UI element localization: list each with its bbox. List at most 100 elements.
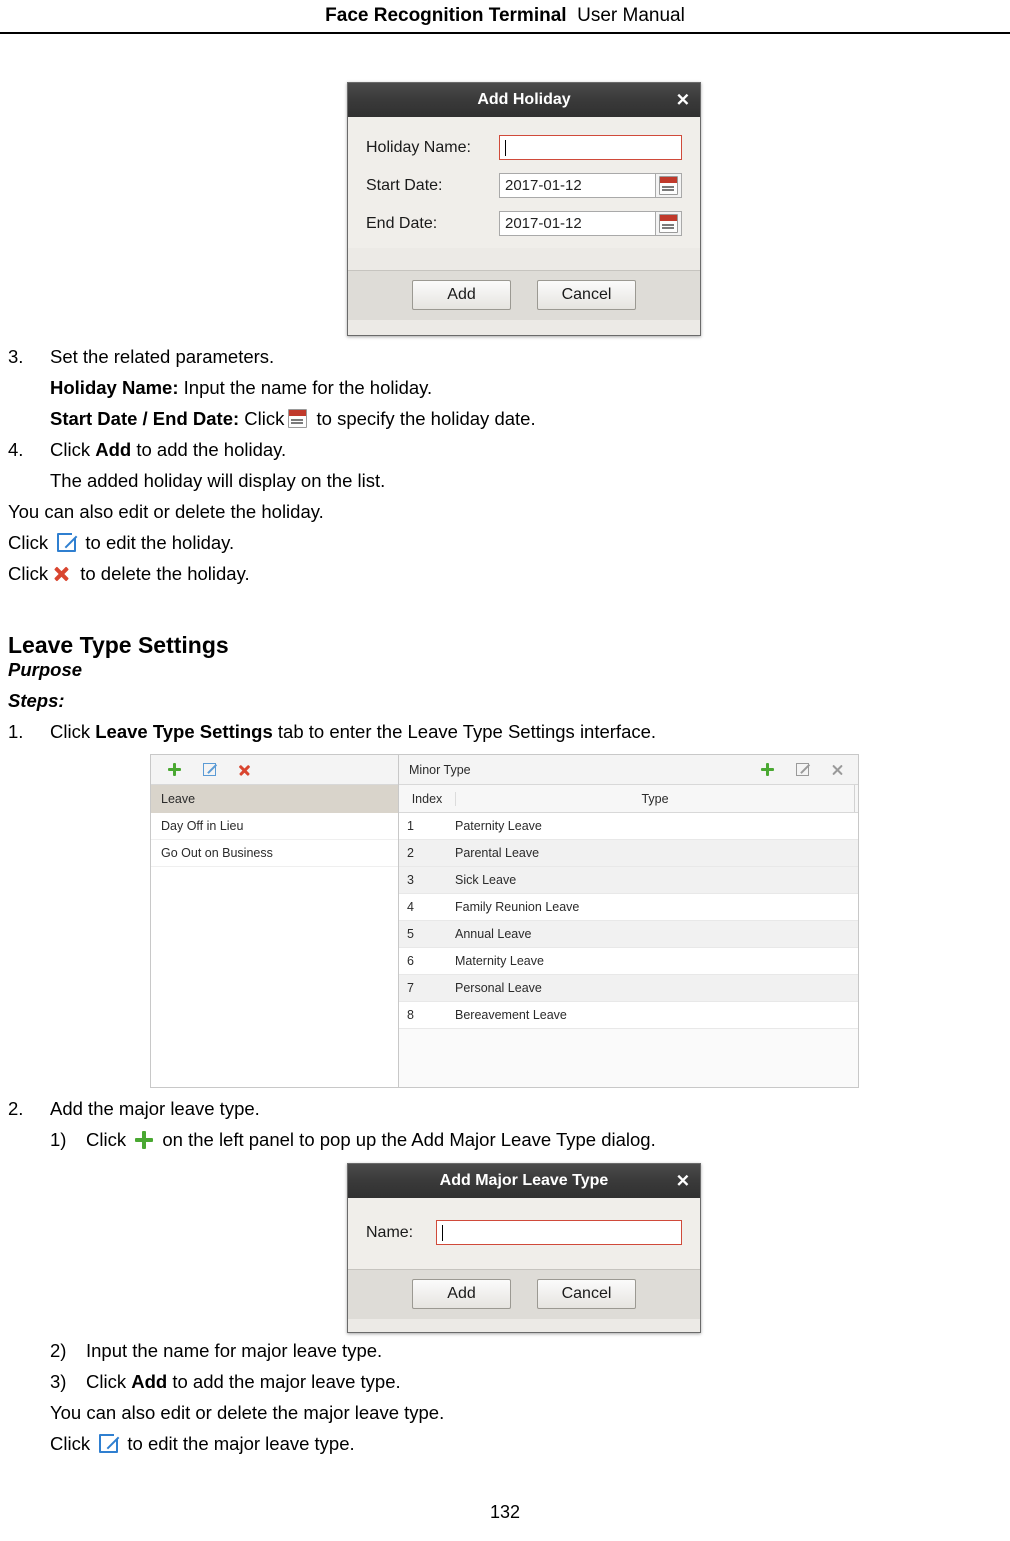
step-4: 4. Click Add to add the holiday.	[8, 434, 1010, 465]
step-2-1: 1) Click on the left panel to pop up the …	[8, 1124, 1010, 1155]
header-title-bold: Face Recognition Terminal	[325, 5, 567, 26]
major-name-row: Name:	[366, 1220, 682, 1245]
header-divider	[0, 32, 1010, 34]
delete-icon[interactable]	[831, 763, 844, 776]
cancel-button[interactable]: Cancel	[537, 280, 636, 310]
add-button[interactable]: Add	[412, 280, 511, 310]
click-edit-after: to edit the holiday.	[85, 532, 235, 553]
calendar-icon	[659, 176, 678, 195]
add-major-titlebar: Add Major Leave Type ✕	[348, 1164, 700, 1198]
major-name-input[interactable]	[436, 1220, 682, 1245]
add-holiday-dialog: Add Holiday ✕ Holiday Name: Start Date: …	[347, 82, 701, 336]
major-name-label: Name:	[366, 1223, 414, 1241]
table-row[interactable]: 4 Family Reunion Leave	[399, 894, 858, 921]
add-icon[interactable]	[168, 763, 181, 776]
holiday-name-row: Holiday Name:	[366, 135, 682, 160]
dates-after-text: to specify the holiday date.	[316, 408, 536, 429]
start-date-input[interactable]: 2017-01-12	[499, 173, 655, 198]
list-item[interactable]: Go Out on Business	[151, 840, 398, 867]
major-click-edit-before: Click	[50, 1433, 91, 1454]
step-2-2: 2) Input the name for major leave type.	[8, 1335, 1010, 1366]
column-header-type: Type	[641, 791, 669, 806]
table-header-edge	[854, 785, 858, 812]
start-date-picker-button[interactable]	[655, 173, 682, 198]
major-type-empty-space	[151, 867, 398, 1087]
cell-type: Sick Leave	[455, 873, 517, 887]
add-major-footer: Add Cancel	[348, 1269, 700, 1319]
edit-icon	[99, 1432, 122, 1453]
step-3: 3. Set the related parameters.	[8, 341, 1010, 372]
add-holiday-titlebar: Add Holiday ✕	[348, 83, 700, 117]
cell-type: Annual Leave	[455, 927, 532, 941]
add-holiday-title: Add Holiday	[477, 91, 571, 108]
step-4-sub: The added holiday will display on the li…	[50, 470, 386, 491]
click-delete-before: Click	[8, 563, 49, 584]
step-2-3-rest: to add the major leave type.	[167, 1371, 401, 1392]
start-date-label: Start Date:	[366, 176, 443, 194]
dates-click-text: Click	[239, 408, 285, 429]
step-1-number: 1.	[8, 721, 24, 742]
cancel-button[interactable]: Cancel	[537, 1279, 636, 1309]
close-icon[interactable]: ✕	[676, 1173, 690, 1190]
end-date-label: End Date:	[366, 214, 438, 232]
step-4-rest: to add the holiday.	[131, 439, 287, 460]
step-2-3-bold: Add	[131, 1371, 168, 1392]
add-major-body: Name:	[348, 1198, 700, 1269]
major-type-column: Leave Day Off in Lieu Go Out on Business	[151, 755, 399, 1087]
leave-type-settings-panel: Leave Day Off in Lieu Go Out on Business…	[150, 754, 859, 1088]
end-date-field: 2017-01-12	[499, 211, 682, 236]
step-1-bold: Leave Type Settings	[95, 721, 273, 742]
cell-type: Bereavement Leave	[455, 1008, 567, 1022]
cell-type: Family Reunion Leave	[455, 900, 580, 914]
steps-label: Steps:	[8, 690, 65, 711]
holiday-name-input[interactable]	[499, 135, 682, 160]
add-major-title: Add Major Leave Type	[439, 1172, 609, 1189]
delete-icon[interactable]	[238, 763, 251, 776]
step-4-number: 4.	[8, 439, 24, 460]
add-icon	[135, 1131, 154, 1149]
table-row[interactable]: 6 Maternity Leave	[399, 948, 858, 975]
step-2-3-click: Click	[86, 1371, 132, 1392]
minor-type-table-header: Index Type	[399, 785, 858, 813]
purpose-label: Purpose	[8, 659, 83, 680]
table-row[interactable]: 2 Parental Leave	[399, 840, 858, 867]
table-row[interactable]: 8 Bereavement Leave	[399, 1002, 858, 1029]
step-2-2-text: Input the name for major leave type.	[86, 1340, 383, 1361]
major-type-toolbar	[151, 755, 398, 785]
table-row[interactable]: 1 Paternity Leave	[399, 813, 858, 840]
holiday-name-line: Holiday Name: Input the name for the hol…	[8, 372, 1010, 403]
edit-icon[interactable]	[796, 763, 809, 776]
cell-index: 6	[407, 954, 414, 968]
step-2-1-number: 1)	[50, 1129, 67, 1150]
add-icon[interactable]	[761, 763, 774, 776]
holiday-name-desc: Input the name for the holiday.	[178, 377, 433, 398]
minor-type-toolbar: Minor Type	[399, 755, 858, 785]
dates-line: Start Date / End Date: Click to specify …	[8, 403, 1010, 434]
page-number: 132	[489, 1502, 521, 1522]
add-holiday-footer: Add Cancel	[348, 270, 700, 320]
step-4-bold: Add	[95, 439, 132, 460]
close-icon[interactable]: ✕	[676, 92, 690, 109]
cell-index: 1	[407, 819, 414, 833]
cell-index: 4	[407, 900, 414, 914]
step-2: 2. Add the major leave type.	[8, 1093, 1010, 1124]
minor-type-toolbar-icons	[761, 763, 844, 776]
add-button[interactable]: Add	[412, 1279, 511, 1309]
click-edit-before: Click	[8, 532, 49, 553]
holiday-name-label-text: Holiday Name:	[50, 377, 179, 398]
start-date-field: 2017-01-12	[499, 173, 682, 198]
minor-type-empty-space	[399, 1029, 858, 1087]
text-caret	[442, 1224, 443, 1241]
cell-index: 3	[407, 873, 414, 887]
end-date-picker-button[interactable]	[655, 211, 682, 236]
edit-icon[interactable]	[203, 763, 216, 776]
table-row[interactable]: 5 Annual Leave	[399, 921, 858, 948]
list-item[interactable]: Day Off in Lieu	[151, 813, 398, 840]
end-date-input[interactable]: 2017-01-12	[499, 211, 655, 236]
step-2-1-after: on the left panel to pop up the Add Majo…	[162, 1129, 656, 1150]
table-row[interactable]: 3 Sick Leave	[399, 867, 858, 894]
step-4-click: Click	[50, 439, 96, 460]
click-delete-after: to delete the holiday.	[80, 563, 250, 584]
major-steps-tail: 2) Input the name for major leave type. 3…	[0, 1335, 1010, 1459]
table-row[interactable]: 7 Personal Leave	[399, 975, 858, 1002]
